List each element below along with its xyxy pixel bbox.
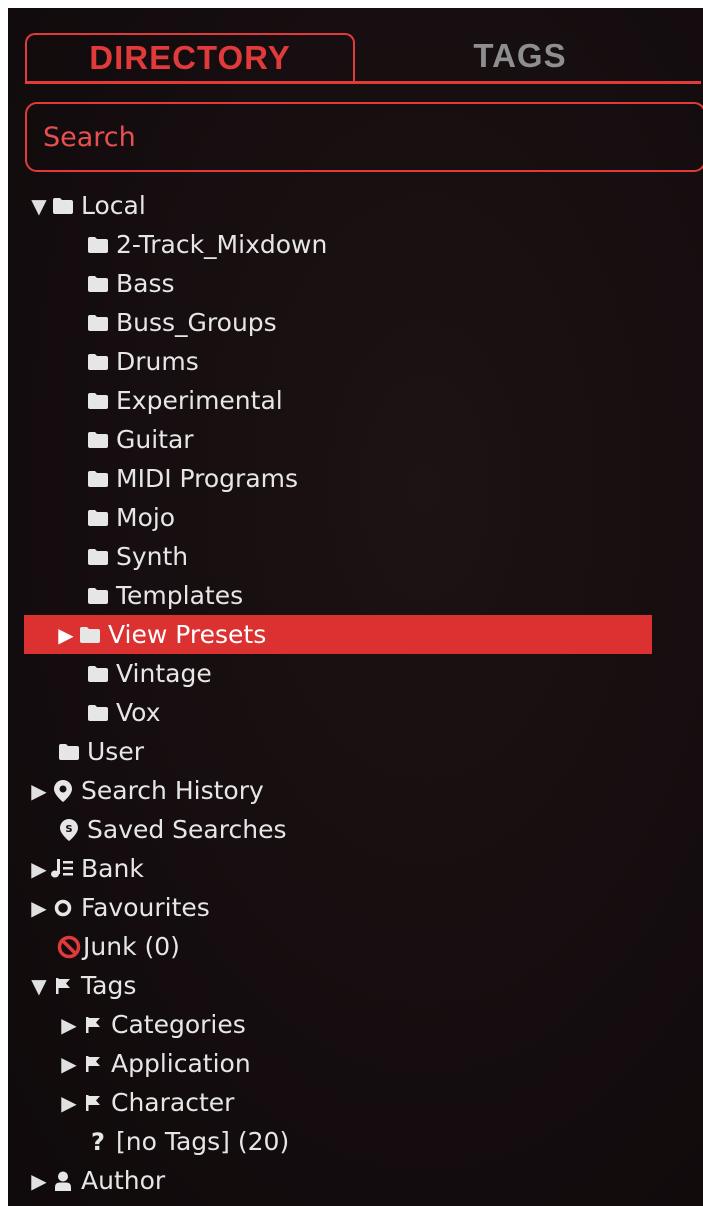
tree-item-experimental[interactable]: Experimental [86, 381, 283, 420]
tree-item-label: 2-Track_Mixdown [116, 230, 328, 259]
tree-item-label: Bank [81, 854, 144, 883]
tree-item-character[interactable]: ▶ Character [57, 1083, 234, 1122]
person-icon [51, 1169, 75, 1193]
tree-item-vox[interactable]: Vox [86, 693, 160, 732]
tree-item-categories[interactable]: ▶ Categories [57, 1005, 246, 1044]
tree-item-label: Buss_Groups [116, 308, 277, 337]
location-pin-icon [51, 779, 75, 803]
tree-item-label: View Presets [108, 620, 267, 649]
tab-directory[interactable]: DIRECTORY [25, 33, 355, 81]
svg-text:S: S [65, 824, 72, 835]
tree-item-label: Drums [116, 347, 199, 376]
folder-icon [57, 740, 81, 764]
bank-icon [51, 857, 75, 881]
folder-icon [86, 506, 110, 530]
tree-item-label: Search History [81, 776, 264, 805]
collapsed-arrow-icon[interactable]: ▶ [27, 896, 51, 920]
folder-icon [86, 428, 110, 452]
tree-item-midi-programs[interactable]: MIDI Programs [86, 459, 298, 498]
tree-item-application[interactable]: ▶ Application [57, 1044, 251, 1083]
tree-item-label: Guitar [116, 425, 194, 454]
folder-icon [86, 662, 110, 686]
tab-tags[interactable]: TAGS [420, 33, 620, 79]
folder-icon [51, 194, 75, 218]
tree-item-tags[interactable]: ▼ Tags [27, 966, 136, 1005]
tree-item-view-presets[interactable]: ▶ View Presets [24, 615, 652, 654]
tree-item-synth[interactable]: Synth [86, 537, 188, 576]
tree-item-templates[interactable]: Templates [86, 576, 243, 615]
search-placeholder: Search [43, 121, 136, 153]
folder-icon [86, 584, 110, 608]
tree-item-label: Mojo [116, 503, 176, 532]
prohibited-icon [57, 935, 81, 959]
tree-item-label: Vintage [116, 659, 212, 688]
tree-item-bank[interactable]: ▶ Bank [27, 849, 144, 888]
folder-icon [86, 389, 110, 413]
tree-item-user[interactable]: User [57, 732, 144, 771]
tree-item-label: Application [111, 1049, 251, 1078]
tree-item-guitar[interactable]: Guitar [86, 420, 194, 459]
tree-item-buss-groups[interactable]: Buss_Groups [86, 303, 277, 342]
tree-item-label: Local [81, 191, 146, 220]
tree-item-saved-searches[interactable]: S Saved Searches [57, 810, 286, 849]
search-input[interactable]: Search [25, 102, 703, 172]
tree-item-label: User [87, 737, 144, 766]
folder-icon [86, 311, 110, 335]
tree-item-drums[interactable]: Drums [86, 342, 199, 381]
flag-icon [51, 974, 75, 998]
tree-item-label: Templates [116, 581, 244, 610]
tree-item-label: Saved Searches [87, 815, 287, 844]
collapsed-arrow-icon[interactable]: ▶ [54, 623, 78, 647]
tree-item-label: Tags [81, 971, 137, 1000]
saved-search-icon: S [57, 818, 81, 842]
expanded-arrow-icon[interactable]: ▼ [27, 194, 51, 218]
tree-item-label: Synth [116, 542, 189, 571]
tree-item-label: [no Tags] (20) [116, 1127, 290, 1156]
collapsed-arrow-icon[interactable]: ▶ [57, 1091, 81, 1115]
tree-item-label: Bass [116, 269, 175, 298]
tree-item-junk[interactable]: Junk (0) [57, 927, 180, 966]
collapsed-arrow-icon[interactable]: ▶ [27, 1169, 51, 1193]
expanded-arrow-icon[interactable]: ▼ [27, 974, 51, 998]
flag-icon [81, 1052, 105, 1076]
collapsed-arrow-icon[interactable]: ▶ [27, 779, 51, 803]
tree-item-label: Author [81, 1166, 166, 1195]
folder-icon [86, 467, 110, 491]
folder-icon [86, 545, 110, 569]
tree-item-label: Favourites [81, 893, 210, 922]
folder-icon [86, 701, 110, 725]
tree-item-no-tags[interactable]: ? [no Tags] (20) [86, 1122, 289, 1161]
circle-icon [51, 896, 75, 920]
tree-item-label: Junk (0) [83, 932, 180, 961]
flag-icon [81, 1091, 105, 1115]
collapsed-arrow-icon[interactable]: ▶ [57, 1052, 81, 1076]
question-mark-icon: ? [91, 1127, 105, 1156]
browser-panel: DIRECTORY TAGS Search ▼ Local 2-Track_Mi… [8, 8, 703, 1206]
folder-icon [78, 623, 102, 647]
tree-item-label: Vox [116, 698, 161, 727]
folder-icon [86, 350, 110, 374]
tree-item-local[interactable]: ▼ Local [27, 186, 146, 225]
folder-icon [86, 272, 110, 296]
tree-item-vintage[interactable]: Vintage [86, 654, 212, 693]
tree-item-label: Character [111, 1088, 235, 1117]
tree-item-mojo[interactable]: Mojo [86, 498, 175, 537]
folder-icon [86, 233, 110, 257]
tree-item-favourites[interactable]: ▶ Favourites [27, 888, 210, 927]
tree-item-2-track-mixdown[interactable]: 2-Track_Mixdown [86, 225, 327, 264]
tree-item-bass[interactable]: Bass [86, 264, 175, 303]
tree-item-author[interactable]: ▶ Author [27, 1161, 165, 1200]
tree-item-search-history[interactable]: ▶ Search History [27, 771, 264, 810]
collapsed-arrow-icon[interactable]: ▶ [57, 1013, 81, 1037]
collapsed-arrow-icon[interactable]: ▶ [27, 857, 51, 881]
tree-item-label: Categories [111, 1010, 246, 1039]
tab-underline [25, 81, 701, 84]
tree-item-label: Experimental [116, 386, 283, 415]
flag-icon [81, 1013, 105, 1037]
tree-item-label: MIDI Programs [116, 464, 299, 493]
